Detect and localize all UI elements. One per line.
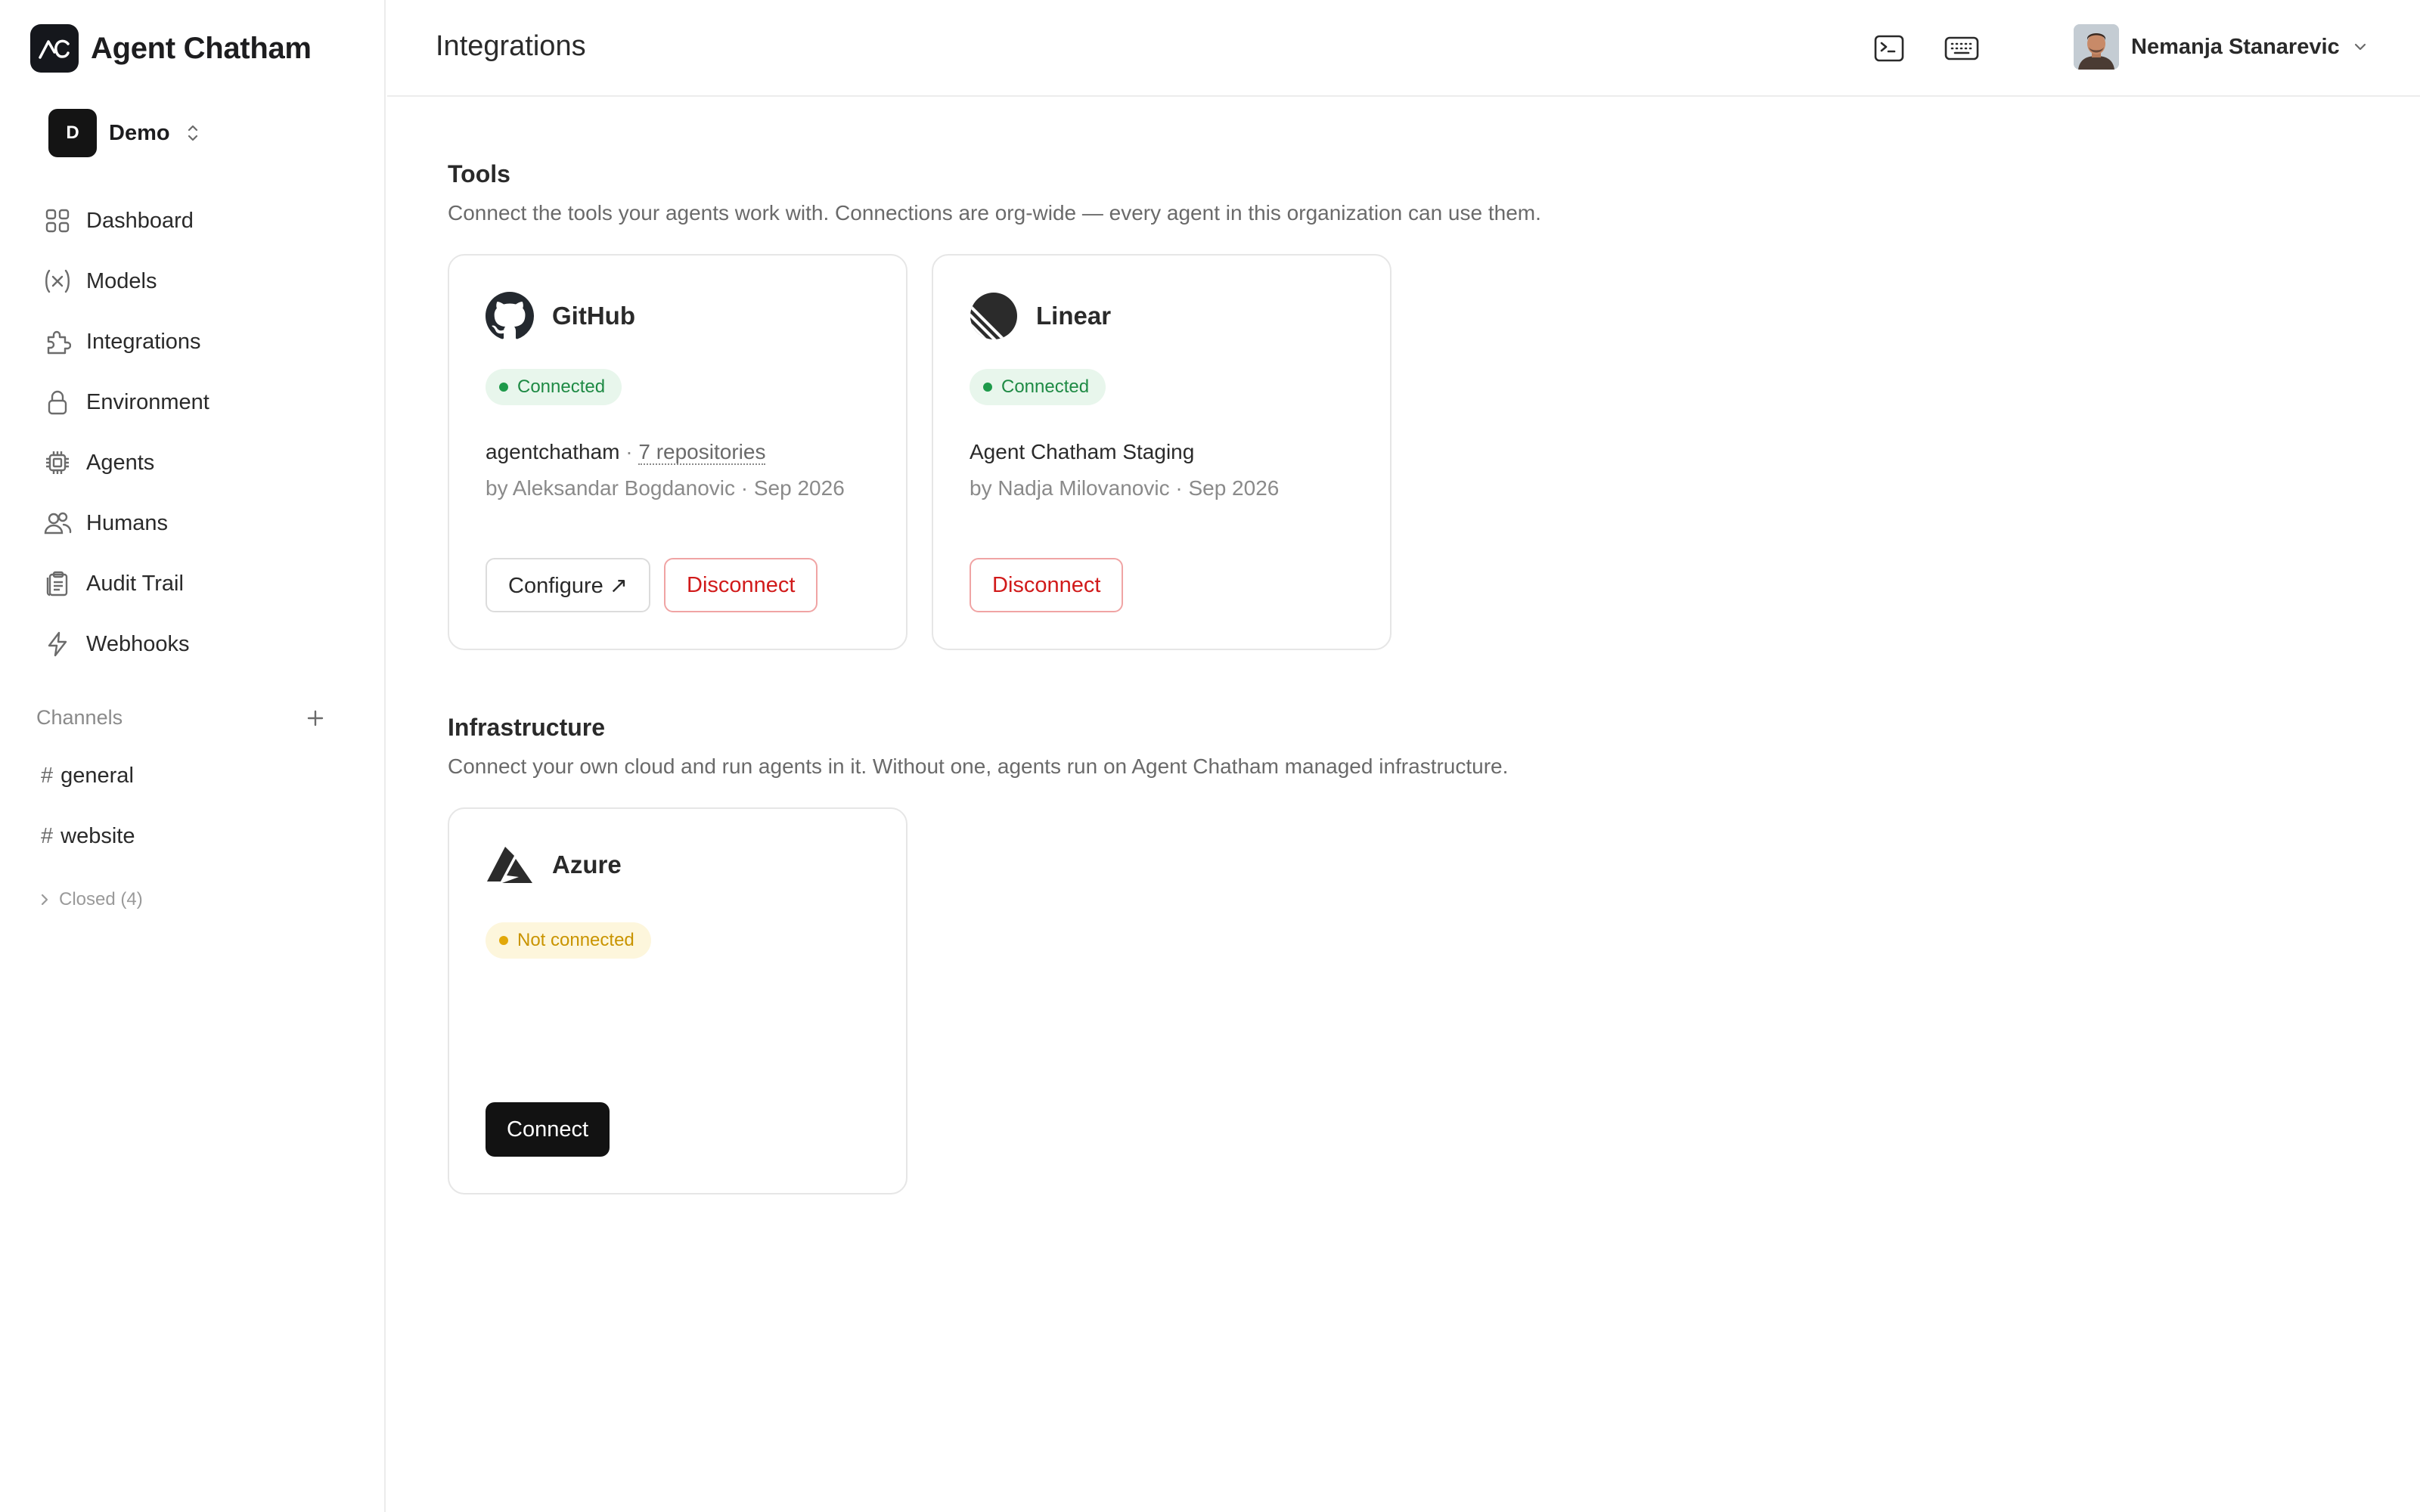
keyboard-shortcuts-button[interactable] bbox=[1941, 30, 1983, 67]
sidebar-item-label: Integrations bbox=[86, 329, 201, 354]
user-name: Nemanja Stanarevic bbox=[2131, 34, 2340, 59]
chip-icon bbox=[41, 446, 74, 479]
channel-item-general[interactable]: # general bbox=[41, 764, 134, 789]
card-header: Linear bbox=[970, 292, 1111, 340]
brand[interactable]: Agent Chatham bbox=[30, 24, 312, 73]
bolt-icon bbox=[41, 627, 74, 661]
hash-icon: # bbox=[41, 824, 54, 848]
clipboard-icon bbox=[41, 567, 74, 600]
account-name: agentchatham bbox=[486, 440, 620, 463]
agent-chatham-logo-icon bbox=[30, 24, 79, 73]
page-title: Integrations bbox=[436, 30, 586, 62]
connection-meta: by Nadja Milovanovic · Sep 2026 bbox=[970, 476, 1280, 500]
sidebar-item-humans[interactable]: Humans bbox=[36, 493, 354, 553]
status-dot bbox=[983, 383, 992, 392]
status-dot bbox=[499, 936, 508, 945]
channels-heading: Channels bbox=[36, 706, 123, 729]
integration-name: GitHub bbox=[552, 302, 635, 330]
sidebar-item-audit-trail[interactable]: Audit Trail bbox=[36, 553, 354, 614]
hash-icon: # bbox=[41, 764, 54, 788]
repositories-link[interactable]: 7 repositories bbox=[638, 440, 766, 465]
keyboard-icon bbox=[1944, 35, 1980, 62]
channel-name: general bbox=[60, 764, 134, 788]
sidebar: Agent Chatham D Demo Dashboard Models In… bbox=[0, 0, 386, 1512]
integration-name: Linear bbox=[1036, 302, 1112, 330]
status-dot bbox=[499, 383, 508, 392]
brand-name: Agent Chatham bbox=[91, 31, 312, 65]
sidebar-item-label: Environment bbox=[86, 389, 209, 414]
chevron-down-icon bbox=[2352, 41, 2369, 53]
sidebar-item-label: Models bbox=[86, 268, 157, 293]
card-header: Azure bbox=[486, 845, 622, 885]
channels-header: Channels bbox=[36, 706, 354, 730]
chevron-up-down-icon bbox=[185, 122, 200, 144]
sidebar-item-label: Audit Trail bbox=[86, 571, 184, 596]
grid-icon bbox=[41, 204, 74, 237]
users-icon bbox=[41, 507, 74, 540]
sidebar-item-models[interactable]: Models bbox=[36, 251, 354, 311]
integration-name: Azure bbox=[552, 850, 622, 878]
linear-icon bbox=[970, 292, 1018, 340]
channel-name: website bbox=[60, 824, 135, 848]
sidebar-item-label: Agents bbox=[86, 450, 155, 475]
org-switcher[interactable]: D Demo bbox=[48, 109, 200, 157]
status-label: Connected bbox=[517, 376, 606, 397]
disconnect-button[interactable]: Disconnect bbox=[970, 558, 1124, 612]
connect-button[interactable]: Connect bbox=[486, 1102, 610, 1157]
status-badge: Not connected bbox=[486, 922, 651, 959]
channel-item-website[interactable]: # website bbox=[41, 824, 135, 849]
variable-icon bbox=[41, 265, 74, 298]
closed-channels-label: Closed (4) bbox=[59, 889, 143, 909]
chevron-right-icon bbox=[39, 892, 50, 907]
github-icon bbox=[486, 292, 534, 340]
user-menu[interactable]: Nemanja Stanarevic bbox=[2074, 24, 2369, 70]
sidebar-item-agents[interactable]: Agents bbox=[36, 432, 354, 493]
status-label: Not connected bbox=[517, 930, 634, 950]
status-badge: Connected bbox=[970, 369, 1106, 405]
status-label: Connected bbox=[1001, 376, 1090, 397]
terminal-button[interactable] bbox=[1871, 30, 1907, 67]
infrastructure-section-title: Infrastructure bbox=[448, 714, 606, 741]
connection-account: Agent Chatham Staging bbox=[970, 440, 1195, 463]
tools-section-description: Connect the tools your agents work with.… bbox=[448, 201, 1541, 225]
sidebar-item-dashboard[interactable]: Dashboard bbox=[36, 191, 354, 251]
sidebar-item-label: Webhooks bbox=[86, 631, 190, 656]
azure-icon bbox=[486, 845, 534, 885]
sidebar-item-label: Humans bbox=[86, 510, 168, 535]
org-avatar: D bbox=[48, 109, 97, 157]
linear-integration-card: Linear Connected Agent Chatham Staging b… bbox=[932, 254, 1392, 650]
status-badge: Connected bbox=[486, 369, 622, 405]
tools-section-title: Tools bbox=[448, 160, 510, 187]
disconnect-button[interactable]: Disconnect bbox=[664, 558, 818, 612]
github-integration-card: GitHub Connected agentchatham · 7 reposi… bbox=[448, 254, 908, 650]
add-channel-icon[interactable] bbox=[306, 708, 325, 728]
org-name: Demo bbox=[109, 120, 170, 145]
puzzle-icon bbox=[41, 325, 74, 358]
infrastructure-section-description: Connect your own cloud and run agents in… bbox=[448, 754, 1509, 778]
sidebar-item-label: Dashboard bbox=[86, 208, 194, 233]
sidebar-item-webhooks[interactable]: Webhooks bbox=[36, 614, 354, 674]
lock-icon bbox=[41, 386, 74, 419]
closed-channels-toggle[interactable]: Closed (4) bbox=[39, 889, 143, 910]
sidebar-item-environment[interactable]: Environment bbox=[36, 372, 354, 432]
connection-meta: by Aleksandar Bogdanovic · Sep 2026 bbox=[486, 476, 845, 500]
account-separator: · bbox=[619, 440, 639, 463]
configure-button[interactable]: Configure ↗ bbox=[486, 558, 651, 612]
avatar bbox=[2074, 24, 2119, 70]
connection-account: agentchatham · 7 repositories bbox=[486, 440, 766, 465]
card-header: GitHub bbox=[486, 292, 635, 340]
top-header: Integrations Nemanja Stanarevic bbox=[387, 0, 2420, 97]
sidebar-item-integrations[interactable]: Integrations bbox=[36, 311, 354, 372]
terminal-icon bbox=[1873, 34, 1905, 63]
sidebar-nav: Dashboard Models Integrations Environmen… bbox=[36, 191, 354, 674]
azure-integration-card: Azure Not connected Connect bbox=[448, 807, 908, 1194]
